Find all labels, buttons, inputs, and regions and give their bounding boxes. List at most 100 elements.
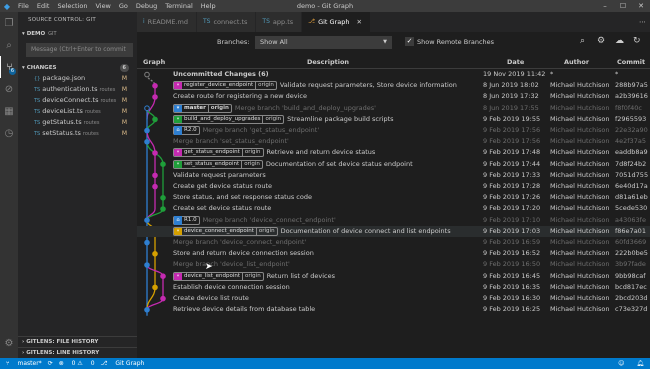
commit-row[interactable]: Merge branch 'set_status_endpoint' 9 Feb …: [137, 136, 650, 147]
branch-label[interactable]: ⑂ device_list_endpoint origin: [173, 271, 264, 281]
chevron-down-icon: ▼: [383, 39, 387, 45]
settings-gear-icon[interactable]: ⚙: [597, 36, 605, 46]
tab-label: README.md: [147, 18, 188, 26]
settings-gear-icon[interactable]: ⚙: [0, 332, 18, 354]
extensions-icon[interactable]: ▦: [0, 100, 18, 122]
commit-row[interactable]: ⌂ R2.0 Merge branch 'get_status_endpoint' 9…: [137, 125, 650, 136]
commit-row[interactable]: Store status, and set response status co…: [137, 192, 650, 203]
tab-git-graph[interactable]: ⎇ Git Graph ✕: [302, 12, 371, 32]
commit-hash: 9bb98caf: [615, 271, 646, 280]
maximize-icon[interactable]: ☐: [614, 0, 632, 12]
commit-hash: f2965593: [615, 114, 647, 123]
commit-row[interactable]: Establish device connection session 9 Feb…: [137, 282, 650, 293]
header-commit[interactable]: Commit: [617, 58, 645, 66]
ref-name: R2.0: [184, 127, 197, 133]
problems-indicator[interactable]: ⊗ 0 ⚠ 0: [59, 358, 95, 369]
search-icon[interactable]: ⌕: [580, 36, 585, 46]
more-actions-icon[interactable]: ⋯: [639, 12, 646, 32]
menu-edit[interactable]: Edit: [33, 0, 54, 12]
tag-label[interactable]: ⌂ R1.0: [173, 215, 200, 225]
notifications-bell-icon[interactable]: 🔔︎: [636, 358, 644, 369]
menu-selection[interactable]: Selection: [53, 0, 91, 12]
header-author[interactable]: Author: [564, 58, 589, 66]
commit-row[interactable]: ⌂ R1.0 Merge branch 'device_connect_endpoi…: [137, 215, 650, 226]
search-icon[interactable]: ⌕: [0, 34, 18, 56]
tag-label[interactable]: ⌂ R2.0: [173, 126, 200, 135]
commit-row[interactable]: Merge branch 'device_connect_endpoint' 9 …: [137, 237, 650, 248]
commit-author: Michael Hutchison: [550, 305, 610, 314]
commit-row[interactable]: ⑂ set_status_endpoint origin Documentation …: [137, 159, 650, 170]
changes-section[interactable]: ▾ CHANGES 6: [18, 63, 137, 73]
menu-view[interactable]: View: [91, 0, 114, 12]
menu-terminal[interactable]: Terminal: [161, 0, 196, 12]
source-control-icon[interactable]: ⑂ 6: [0, 56, 18, 78]
commit-row[interactable]: ⑂ device_list_endpoint origin Return list o…: [137, 271, 650, 282]
branch-label[interactable]: ⑂ register_device_endpoint origin: [173, 81, 277, 91]
commit-row[interactable]: Create route for registering a new devic…: [137, 91, 650, 102]
branch-label[interactable]: ⑂ build_and_deploy_upgrades origin: [173, 114, 285, 124]
header-description[interactable]: Description: [307, 58, 349, 66]
json-file-icon: {}: [34, 76, 41, 82]
gitlens-line-history-section[interactable]: › GITLENS: LINE HISTORY: [18, 347, 137, 358]
sync-icon[interactable]: ⟳: [48, 358, 53, 369]
close-icon[interactable]: ✕: [632, 0, 650, 12]
changed-file[interactable]: TS deviceConnect.ts routes M: [18, 95, 137, 106]
changed-file[interactable]: TS deviceList.ts routes M: [18, 106, 137, 117]
refresh-icon[interactable]: ↻: [633, 36, 641, 46]
tab-readme[interactable]: i README.md: [137, 12, 197, 32]
window-controls: – ☐ ✕: [596, 0, 650, 12]
menu-go[interactable]: Go: [115, 0, 132, 12]
commit-author: *: [550, 70, 554, 78]
commit-row[interactable]: Store and return device connection sessi…: [137, 248, 650, 259]
commit-hash: eaddb8a9: [615, 148, 648, 157]
changed-file[interactable]: TS authentication.ts routes M: [18, 84, 137, 95]
show-remote-checkbox[interactable]: ✓: [405, 37, 414, 46]
commit-author: Michael Hutchison: [550, 193, 610, 202]
branches-dropdown[interactable]: Show All ▼: [255, 36, 392, 49]
menu-debug[interactable]: Debug: [132, 0, 161, 12]
branch-label[interactable]: ⑂ get_status_endpoint origin: [173, 148, 264, 158]
explorer-icon[interactable]: ❐: [0, 12, 18, 34]
menu-file[interactable]: File: [14, 0, 33, 12]
git-graph-status-item[interactable]: ⎇ Git Graph: [101, 358, 145, 369]
changed-file[interactable]: TS getStatus.ts routes M: [18, 117, 137, 128]
gitlens-icon[interactable]: ◷: [0, 122, 18, 144]
tab-connect[interactable]: TS connect.ts: [197, 12, 257, 32]
branch-indicator[interactable]: ⑂ master*: [6, 358, 42, 369]
fetch-cloud-icon[interactable]: ☁: [615, 36, 624, 46]
branch-label[interactable]: ⑂ master origin: [173, 103, 232, 113]
close-tab-icon[interactable]: ✕: [356, 12, 361, 32]
commit-row[interactable]: ⑂ master origin Merge branch 'build_and_dep…: [137, 103, 650, 114]
repo-section[interactable]: ▾ DEMO GIT: [18, 29, 137, 40]
commit-row[interactable]: ⑂ device_connect_endpoint origin Documentat…: [137, 225, 650, 237]
changed-file[interactable]: {} package.json M: [18, 73, 137, 84]
commit-row[interactable]: ⑂ build_and_deploy_upgrades origin Streamli…: [137, 114, 650, 125]
commit-row[interactable]: Validate request parameters 9 Feb 2019 17…: [137, 170, 650, 181]
feedback-icon[interactable]: ☺: [618, 358, 624, 369]
changed-file[interactable]: TS setStatus.ts routes M: [18, 128, 137, 139]
commit-row[interactable]: Merge branch 'device_list_endpoint' 9 Feb…: [137, 259, 650, 270]
branch-label[interactable]: ⑂ device_connect_endpoint origin: [173, 226, 278, 236]
gitlens-file-history-section[interactable]: › GITLENS: FILE HISTORY: [18, 336, 137, 347]
header-graph[interactable]: Graph: [143, 58, 165, 66]
file-status: M: [121, 130, 127, 137]
commit-description: Validate request parameters: [173, 171, 266, 180]
branch-icon: ⑂: [174, 149, 182, 157]
debug-icon[interactable]: ⊘: [0, 78, 18, 100]
minimize-icon[interactable]: –: [596, 0, 614, 12]
commit-row[interactable]: Create get device status route 9 Feb 2019…: [137, 181, 650, 192]
commit-message-input[interactable]: Message (Ctrl+Enter to commit: [26, 43, 133, 57]
remote-name: origin: [241, 149, 263, 157]
commit-row[interactable]: Create set device status route 9 Feb 2019…: [137, 203, 650, 214]
commit-row[interactable]: Uncommitted Changes (6) 19 Nov 2019 11:42…: [137, 69, 650, 80]
commit-row[interactable]: Retrieve device details from database ta…: [137, 304, 650, 315]
commit-row[interactable]: Create device list route 9 Feb 2019 16:30…: [137, 293, 650, 304]
header-date[interactable]: Date: [507, 58, 524, 66]
menu-help[interactable]: Help: [197, 0, 220, 12]
commit-row[interactable]: ⑂ register_device_endpoint origin Validate …: [137, 80, 650, 91]
commit-date: 9 Feb 2019 17:56: [483, 137, 541, 146]
commit-row[interactable]: ⑂ get_status_endpoint origin Retrieve and r…: [137, 147, 650, 158]
tab-app[interactable]: TS app.ts: [256, 12, 303, 32]
branch-label[interactable]: ⑂ set_status_endpoint origin: [173, 159, 263, 169]
commit-hash: *: [615, 70, 619, 78]
